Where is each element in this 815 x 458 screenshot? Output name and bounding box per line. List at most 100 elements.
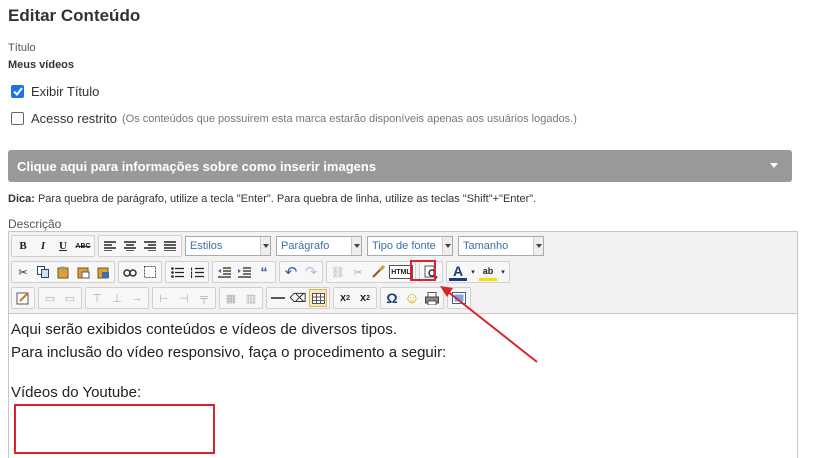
text-color-icon[interactable]: A	[449, 263, 467, 281]
styles-select-label: Estilos	[190, 240, 223, 252]
paste-word-icon[interactable]	[94, 263, 112, 281]
link-icon[interactable]: ⛓	[329, 263, 347, 281]
fullscreen-group	[447, 287, 471, 309]
chevron-down-icon[interactable]: ▾	[469, 263, 477, 281]
superscript-icon[interactable]: x2	[356, 289, 374, 307]
align-right-icon[interactable]	[141, 237, 159, 255]
accordion-label: Clique aqui para informações sobre como …	[17, 158, 377, 174]
align-left-icon[interactable]	[101, 237, 119, 255]
row-after-icon[interactable]: ⊥	[108, 289, 126, 307]
html-source-label: HTML	[391, 268, 411, 276]
align-justify-icon[interactable]	[161, 237, 179, 255]
bold-icon[interactable]: B	[14, 237, 32, 255]
styles-select[interactable]: Estilos	[185, 236, 271, 256]
italic-icon[interactable]: I	[34, 237, 52, 255]
content-line: Para inclusão do vídeo responsivo, faça …	[11, 344, 447, 361]
paste-text-icon[interactable]	[74, 263, 92, 281]
format-group: B I U ABC	[11, 235, 95, 257]
col-delete-icon[interactable]: ╤	[195, 289, 213, 307]
color-group: A ▾ ab ▾	[446, 261, 510, 283]
font-select-label: Tipo de fonte	[372, 240, 436, 252]
size-select-label: Tamanho	[463, 240, 509, 252]
subscript-icon[interactable]: x2	[336, 289, 354, 307]
tip-body: Para quebra de parágrafo, utilize a tecl…	[37, 193, 537, 205]
table-cell-group: ▦ ▥	[219, 287, 263, 309]
table-row-group: ⊤ ⊥ →	[85, 287, 149, 309]
merge-cells-icon[interactable]: ▦	[222, 289, 240, 307]
indent-icon[interactable]	[235, 263, 253, 281]
cut-icon[interactable]: ✂	[14, 263, 32, 281]
toolbar-row-1: B I U ABC Estilos Parágrafo Tipo de font…	[11, 233, 795, 259]
find-group	[118, 261, 162, 283]
html-button-highlight	[410, 260, 436, 281]
strikethrough-icon[interactable]: ABC	[74, 237, 92, 255]
fullscreen-icon[interactable]	[450, 289, 468, 307]
images-info-accordion[interactable]: Clique aqui para informações sobre como …	[8, 150, 792, 182]
highlight-color-icon[interactable]: ab	[479, 263, 497, 281]
list-group	[165, 261, 209, 283]
editor-content[interactable]: Aqui serão exibidos conteúdos e vídeos d…	[9, 314, 797, 408]
insert-group: ⌫	[266, 287, 330, 309]
layer-group: ▭ ▭	[38, 287, 82, 309]
content-line: Aqui serão exibidos conteúdos e vídeos d…	[11, 321, 398, 338]
underline-icon[interactable]: U	[54, 237, 72, 255]
paragraph-select-label: Parágrafo	[281, 240, 330, 252]
row-before-icon[interactable]: ⊤	[88, 289, 106, 307]
layer-icon[interactable]: ▭	[41, 289, 59, 307]
copy-icon[interactable]	[34, 263, 52, 281]
tip-prefix: Dica:	[8, 193, 35, 205]
find-icon[interactable]	[121, 263, 139, 281]
show-title-checkbox-row[interactable]: Exibir Título	[11, 84, 99, 99]
caret-down-icon	[770, 163, 778, 168]
col-after-icon[interactable]: ⊣	[175, 289, 193, 307]
description-label: Descrição	[8, 217, 62, 231]
layer-alt-icon[interactable]: ▭	[61, 289, 79, 307]
row-delete-icon[interactable]: →	[128, 289, 146, 307]
horizontal-rule-icon[interactable]	[269, 289, 287, 307]
font-select[interactable]: Tipo de fonte	[367, 236, 453, 256]
edit-icon[interactable]	[14, 289, 32, 307]
edit-group	[11, 287, 35, 309]
align-center-icon[interactable]	[121, 237, 139, 255]
select-all-icon[interactable]	[141, 263, 159, 281]
blockquote-icon[interactable]: “	[255, 263, 273, 281]
restricted-label: Acesso restrito	[31, 111, 117, 126]
show-title-checkbox[interactable]	[11, 85, 24, 98]
restricted-checkbox-row[interactable]: Acesso restrito (Os conteúdos que possui…	[11, 111, 577, 126]
show-title-label: Exibir Título	[31, 84, 100, 99]
table-icon[interactable]	[309, 289, 327, 307]
bulleted-list-icon[interactable]	[168, 263, 186, 281]
emoticon-icon[interactable]: ☺	[403, 289, 421, 307]
chevron-down-icon	[442, 237, 452, 255]
paste-area-highlight	[14, 404, 215, 454]
table-col-group: ⊢ ⊣ ╤	[152, 287, 216, 309]
paragraph-select[interactable]: Parágrafo	[276, 236, 362, 256]
chevron-down-icon	[351, 237, 361, 255]
outdent-icon[interactable]	[215, 263, 233, 281]
unlink-icon[interactable]: ✂	[349, 263, 367, 281]
title-label: Título	[8, 42, 36, 54]
chevron-down-icon[interactable]: ▾	[499, 263, 507, 281]
paste-icon[interactable]	[54, 263, 72, 281]
split-cells-icon[interactable]: ▥	[242, 289, 260, 307]
link-group: ⛓ ✂ HTML	[326, 261, 416, 283]
numbered-list-icon[interactable]	[188, 263, 206, 281]
size-select[interactable]: Tamanho	[458, 236, 544, 256]
content-line: Vídeos do Youtube:	[11, 384, 142, 401]
col-before-icon[interactable]: ⊢	[155, 289, 173, 307]
undo-icon[interactable]: ↶	[282, 263, 300, 281]
editor-toolbar: B I U ABC Estilos Parágrafo Tipo de font…	[9, 232, 797, 314]
page-title: Editar Conteúdo	[8, 6, 141, 25]
restricted-checkbox[interactable]	[11, 112, 24, 125]
toolbar-row-3: ▭ ▭ ⊤ ⊥ → ⊢ ⊣ ╤ ▦ ▥ ⌫ x2 x 2 Ω ☺	[11, 285, 795, 311]
eraser-icon[interactable]: ⌫	[289, 289, 307, 307]
chevron-down-icon	[260, 237, 270, 255]
chevron-down-icon	[533, 237, 543, 255]
cleanup-icon[interactable]	[369, 263, 387, 281]
print-icon[interactable]	[423, 289, 441, 307]
special-char-icon[interactable]: Ω	[383, 289, 401, 307]
history-group: ↶ ↷	[279, 261, 323, 283]
redo-icon[interactable]: ↷	[302, 263, 320, 281]
indent-group: “	[212, 261, 276, 283]
